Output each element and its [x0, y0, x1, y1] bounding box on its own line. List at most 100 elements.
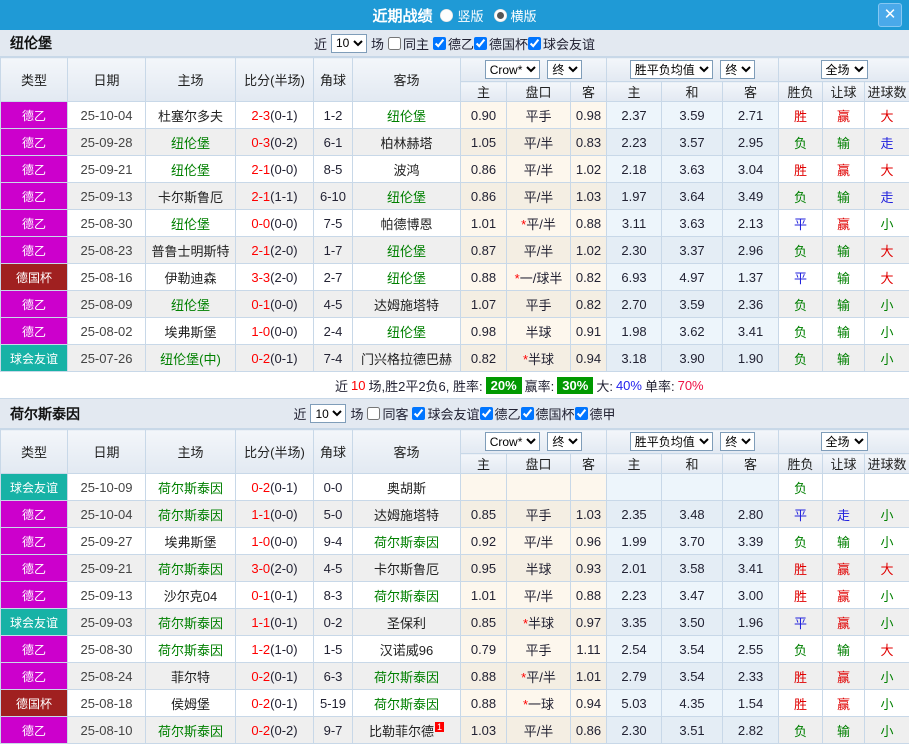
- cell-avg-away: 3.00: [722, 581, 780, 609]
- match-count-select[interactable]: 10: [330, 33, 367, 53]
- radio-selected-icon[interactable]: [493, 8, 507, 22]
- league-filter-checkbox[interactable]: [433, 36, 446, 50]
- scope-select[interactable]: 全场: [820, 432, 868, 451]
- league-filter-checkbox[interactable]: [574, 407, 588, 420]
- cell-odds-home: 0.92: [460, 527, 507, 555]
- cell-date: 25-09-27: [67, 527, 146, 555]
- cell-corners: 0-2: [313, 608, 353, 636]
- sub-header-result: 胜负: [778, 81, 824, 102]
- avg-type-select[interactable]: 胜平负均值: [629, 60, 713, 79]
- cell-corners: 2-4: [313, 317, 353, 345]
- cell-avg-home: 2.35: [606, 500, 663, 528]
- cell-corners: 6-10: [313, 182, 353, 210]
- sub-header-odds-away: 客: [569, 81, 608, 102]
- league-filter[interactable]: 德乙: [479, 404, 521, 423]
- same-venue-filter[interactable]: 同客: [367, 404, 408, 423]
- fulltime-score: 1-2: [251, 641, 271, 657]
- league-filter-checkbox[interactable]: [479, 407, 493, 420]
- league-badge: 德乙: [0, 317, 68, 345]
- league-filter[interactable]: 德乙: [433, 34, 474, 53]
- league-filter[interactable]: 球会友谊: [412, 404, 480, 423]
- cell-result: 平: [778, 500, 824, 528]
- halftime-score: (0-0): [270, 323, 298, 339]
- league-filter-checkbox[interactable]: [474, 36, 488, 50]
- cell-avg-home: 2.23: [606, 581, 663, 609]
- cell-avg-away: 3.39: [722, 527, 780, 555]
- col-header-corner: 角球: [313, 429, 353, 474]
- same-venue-checkbox[interactable]: [367, 407, 381, 420]
- cell-avg-draw: 3.47: [661, 581, 724, 609]
- cell-odds-away: 0.82: [569, 263, 608, 291]
- cell-result: 胜: [778, 155, 824, 183]
- league-badge: 德乙: [0, 554, 68, 582]
- games-label: 场: [350, 407, 364, 422]
- cell-result: 平: [778, 608, 824, 636]
- league-filter[interactable]: 德甲: [574, 404, 616, 423]
- halftime-score: (0-0): [270, 215, 298, 231]
- cell-avg-away: 1.37: [722, 263, 780, 291]
- same-venue-checkbox[interactable]: [387, 36, 401, 50]
- league-filter-checkbox[interactable]: [520, 407, 534, 420]
- league-filter-checkbox[interactable]: [412, 407, 426, 420]
- odds-company-select[interactable]: Crow*: [484, 60, 540, 79]
- scope-select[interactable]: 全场: [820, 60, 868, 79]
- league-filter[interactable]: 球会友谊: [528, 34, 595, 53]
- cell-odds-home: 0.79: [460, 635, 507, 663]
- close-icon[interactable]: ✕: [878, 3, 902, 27]
- cell-goals-result: 大: [864, 155, 909, 183]
- handicap-star: *: [521, 216, 527, 232]
- cell-avg-draw: 3.57: [661, 128, 724, 156]
- cell-handicap-result: 输: [822, 317, 866, 345]
- cell-avg-away: 3.04: [722, 155, 780, 183]
- cell-corners: 1-2: [313, 101, 353, 129]
- cell-result: 负: [778, 344, 824, 372]
- avg-type-select[interactable]: 胜平负均值: [629, 432, 713, 451]
- cell-odds-away: 0.94: [569, 689, 608, 717]
- layout-radio-group: 竖版 横版: [440, 6, 537, 25]
- table-row: 德乙 25-08-23 普鲁士明斯特 2-1(2-0) 1-7 纽伦堡 0.87 平/半 1.0…: [0, 236, 909, 264]
- match-count-select[interactable]: 10: [310, 404, 347, 423]
- cell-date: 25-09-03: [67, 608, 146, 636]
- cell-odds-home: 0.87: [460, 236, 507, 264]
- cell-handicap-result: 输: [822, 344, 866, 372]
- cell-goals-result: 大: [864, 635, 909, 663]
- league-filter-group: 德乙 德国杯 球会友谊: [433, 34, 595, 53]
- odds-company-select[interactable]: Crow*: [484, 432, 540, 451]
- sub-header-handicap: 盘口: [506, 453, 571, 474]
- cell-odds-away: 0.98: [569, 101, 608, 129]
- cell-goals-result: 小: [864, 581, 909, 609]
- radio-unselected-icon[interactable]: [440, 8, 454, 22]
- same-venue-filter[interactable]: 同主: [387, 34, 429, 53]
- avg-state-select[interactable]: 终: [720, 432, 756, 451]
- cell-result: 平: [778, 263, 824, 291]
- avg-state-select[interactable]: 终: [720, 60, 756, 79]
- league-filter[interactable]: 德国杯: [474, 34, 528, 53]
- cell-away-team: 纽伦堡: [352, 236, 461, 264]
- league-badge: 德乙: [0, 209, 68, 237]
- halftime-score: (2-0): [270, 560, 298, 576]
- odds-state-select[interactable]: 终: [547, 60, 583, 79]
- cell-odds-home: 1.03: [460, 716, 507, 744]
- cell-odds-away: 0.91: [569, 317, 608, 345]
- cell-date: 25-10-04: [67, 101, 146, 129]
- layout-horizontal-label: 横版: [510, 8, 537, 24]
- cell-goals-result: [864, 473, 909, 501]
- cell-handicap-result: 输: [822, 263, 866, 291]
- handicap-star: *: [522, 351, 529, 367]
- layout-radio-vertical[interactable]: 竖版: [440, 6, 484, 25]
- cell-date: 25-08-30: [67, 635, 146, 663]
- odds-state-select[interactable]: 终: [547, 432, 583, 451]
- league-filter-checkbox[interactable]: [528, 36, 542, 50]
- cell-odds-away: 0.82: [569, 290, 608, 318]
- cell-goals-result: 小: [864, 527, 909, 555]
- cell-goals-result: 小: [864, 716, 909, 744]
- layout-radio-horizontal[interactable]: 横版: [493, 6, 537, 25]
- cell-result: 胜: [778, 581, 824, 609]
- modal-title: 近期战绩: [372, 7, 433, 25]
- cell-result: 胜: [778, 101, 824, 129]
- league-filter[interactable]: 德国杯: [520, 404, 575, 423]
- fulltime-score: 1-0: [251, 323, 271, 339]
- cell-corners: 5-19: [313, 689, 353, 717]
- cell-handicap: 半球: [506, 554, 571, 582]
- cell-handicap-result: 输: [822, 527, 866, 555]
